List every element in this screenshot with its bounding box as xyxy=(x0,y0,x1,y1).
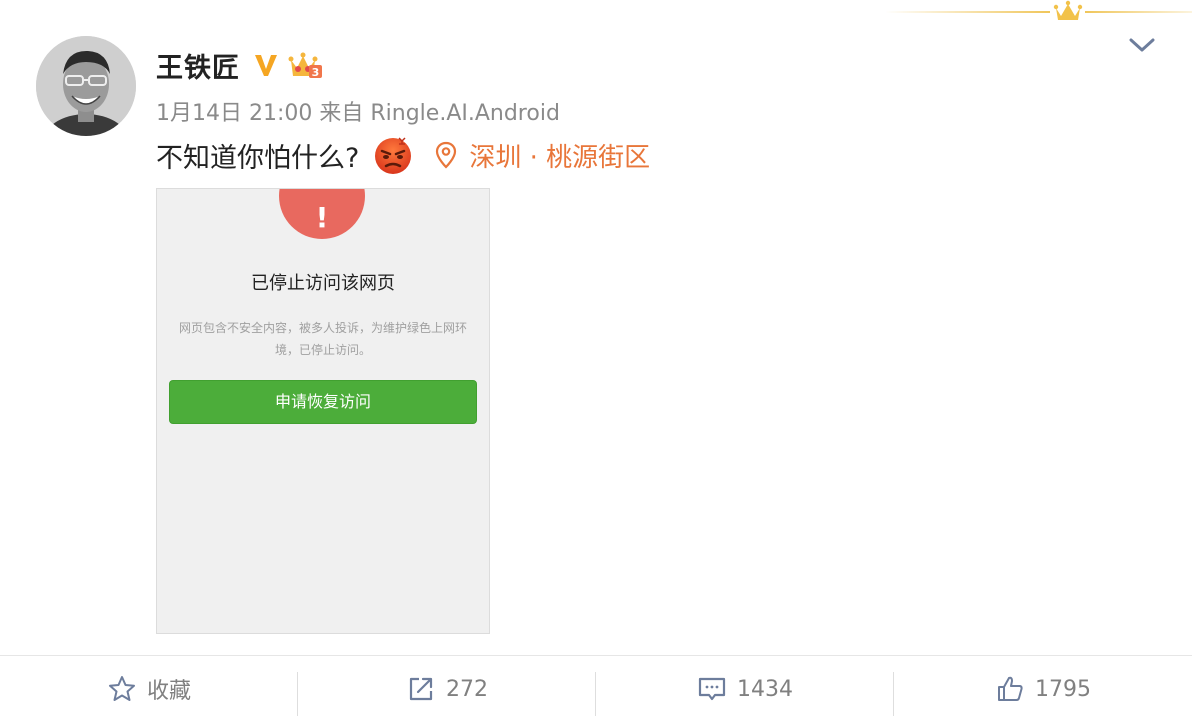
location-pin-icon xyxy=(436,141,457,169)
favorite-label: 收藏 xyxy=(146,679,191,704)
vip-crown-icon[interactable]: 3 xyxy=(288,50,324,80)
location-link[interactable]: 深圳 · 桃源街区 xyxy=(435,137,650,174)
repost-button[interactable]: 272 xyxy=(298,656,596,722)
like-count: 1795 xyxy=(1035,676,1091,702)
comment-count: 1434 xyxy=(737,676,793,702)
post-meta: 1月14日 21:00 来自 Ringle.AI.Android xyxy=(156,101,560,126)
vip-level: 3 xyxy=(312,66,320,79)
avatar-image xyxy=(36,36,136,136)
action-bar: 收藏 272 1434 1795 xyxy=(0,656,1192,722)
thumbs-up-icon xyxy=(998,676,1023,701)
post-body: 不知道你怕什么? 深圳 · 桃源街区 xyxy=(156,133,650,177)
blocked-page-title: 已停止访问该网页 xyxy=(251,273,395,294)
avatar[interactable] xyxy=(36,36,136,136)
post-text: 不知道你怕什么? xyxy=(156,142,360,174)
request-restore-button: 申请恢复访问 xyxy=(169,380,477,424)
favorite-button[interactable]: 收藏 xyxy=(0,656,298,722)
star-icon xyxy=(108,676,135,701)
comment-button[interactable]: 1434 xyxy=(596,656,894,722)
crown-line-right xyxy=(1085,11,1192,13)
blocked-page-description: 网页包含不安全内容，被多人投诉，为维护绿色上网环境，已停止访问。 xyxy=(178,321,467,357)
warning-circle: ! xyxy=(279,189,365,239)
username[interactable]: 王铁匠 xyxy=(156,46,240,85)
angry-face-icon xyxy=(375,137,412,174)
crown-decoration xyxy=(885,0,1192,30)
username-row: 王铁匠 3 xyxy=(156,45,324,85)
post-image[interactable]: ! 已停止访问该网页 网页包含不安全内容，被多人投诉，为维护绿色上网环境，已停止… xyxy=(156,188,490,634)
location-text: 深圳 · 桃源街区 xyxy=(469,142,651,173)
comment-icon xyxy=(698,677,726,701)
crown-icon xyxy=(1053,0,1083,20)
like-button[interactable]: 1795 xyxy=(894,656,1192,722)
chevron-down-icon[interactable] xyxy=(1127,34,1157,58)
share-icon xyxy=(409,677,433,701)
crown-line-left xyxy=(885,11,1050,13)
exclamation-icon: ! xyxy=(315,201,329,234)
verified-v-icon[interactable] xyxy=(252,51,280,79)
repost-count: 272 xyxy=(446,676,488,702)
